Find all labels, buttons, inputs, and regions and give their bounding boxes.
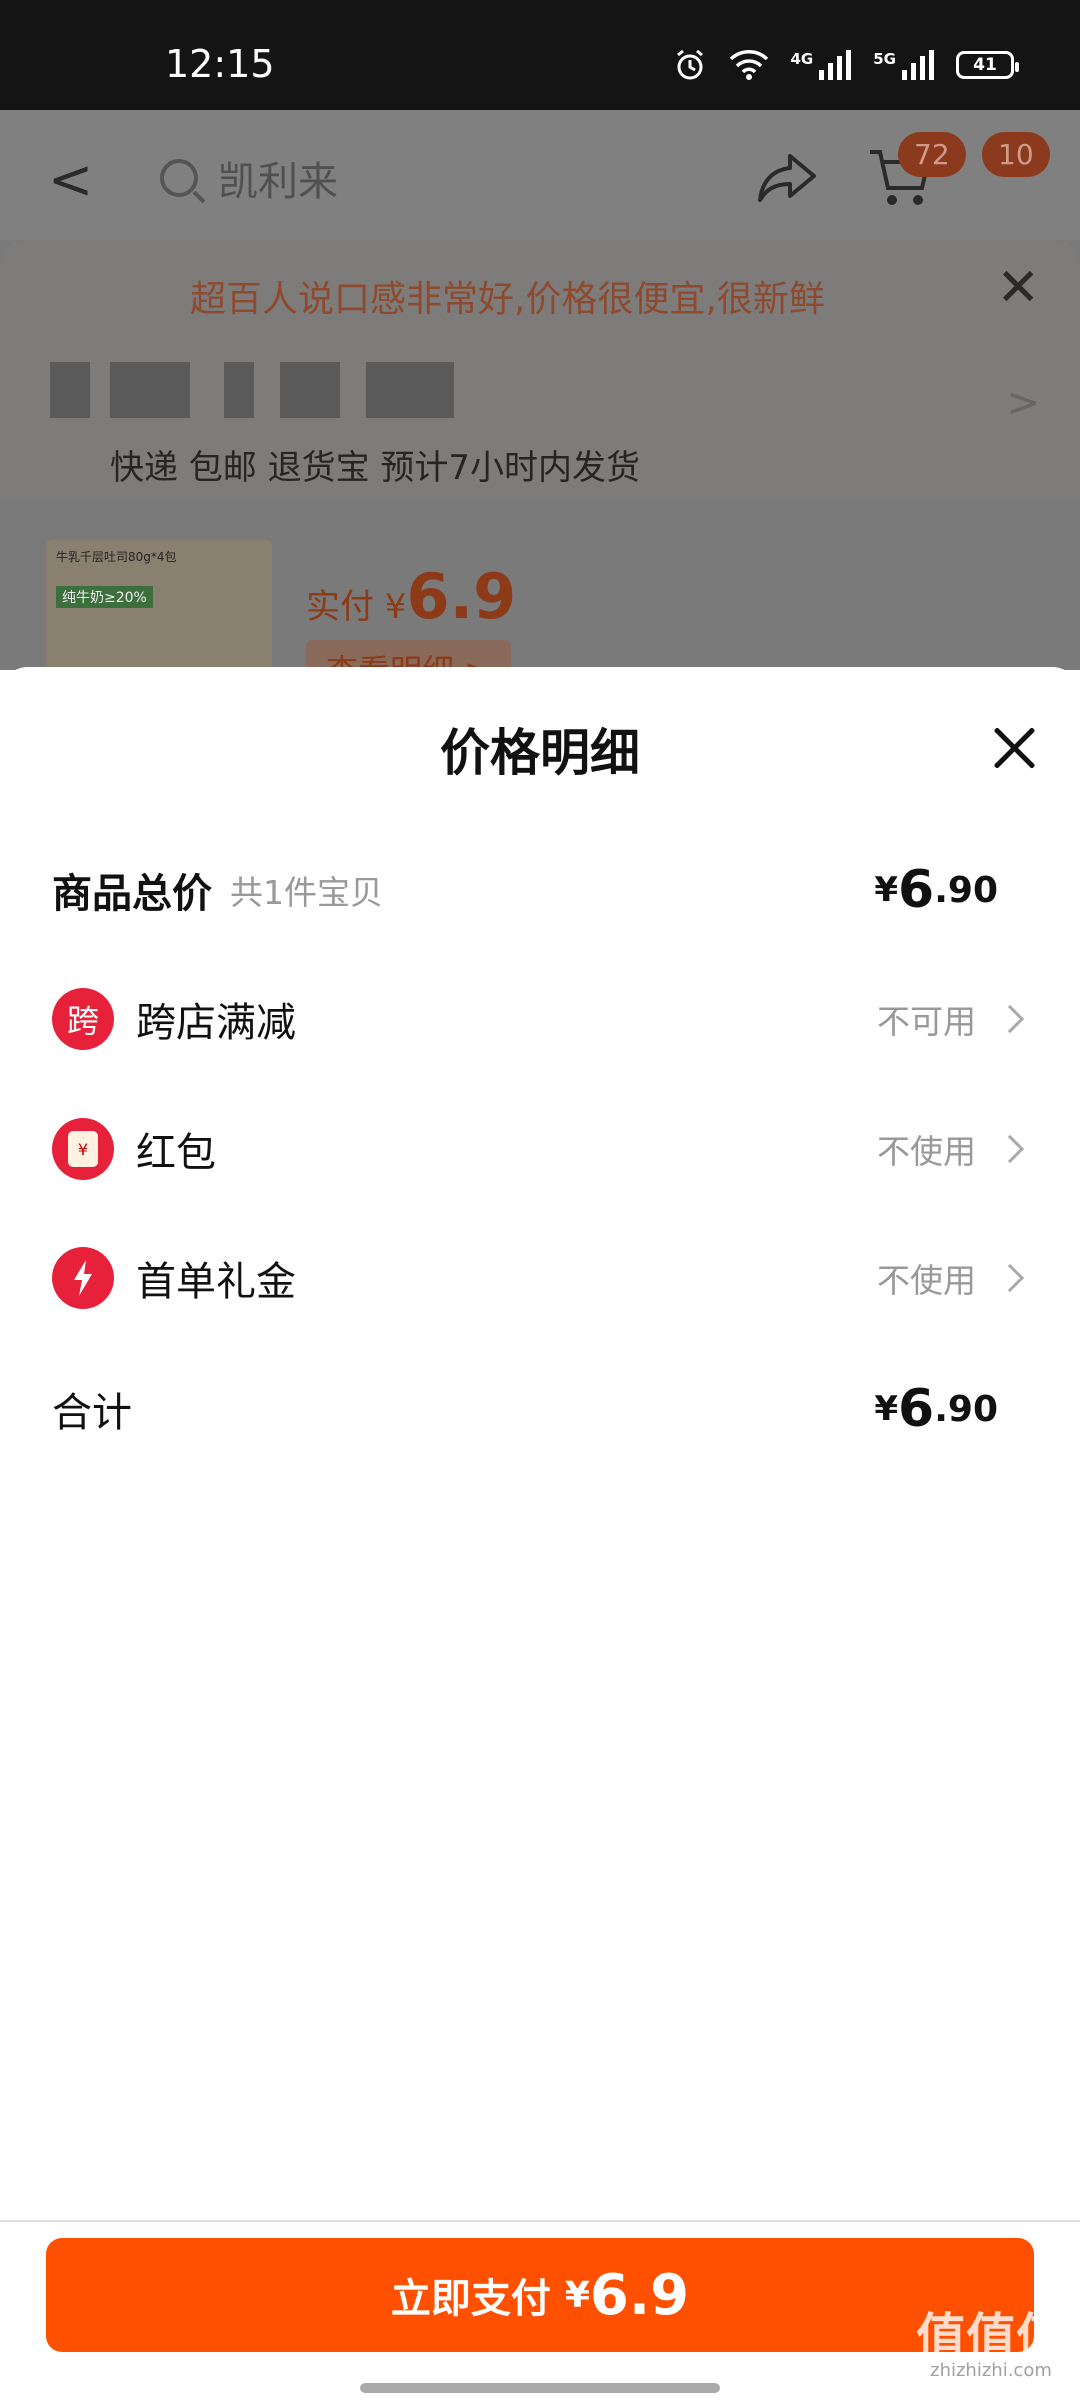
signal-4g-icon: 4G	[791, 50, 852, 80]
background-page-overlay: < 凯利来 72 10 超百人说口感非常好,价格很便宜,很新鲜 ✕ 快递 包邮 …	[0, 110, 1080, 670]
blurred-text	[110, 362, 190, 418]
row-goods-total: 商品总价 共1件宝贝 ¥6.90	[52, 845, 1032, 935]
blurred-text	[366, 362, 454, 418]
home-indicator[interactable]	[360, 2383, 720, 2393]
search-icon	[160, 159, 198, 197]
item-count: 共1件宝贝	[230, 873, 383, 912]
row-label: 商品总价	[52, 871, 212, 917]
background-shop-banner: 超百人说口感非常好,价格很便宜,很新鲜 ✕ 快递 包邮 退货宝 预计7小时内发货…	[0, 240, 1080, 500]
row-label: 合计	[52, 1390, 132, 1436]
message-badge: 10	[982, 132, 1050, 177]
row-right: 不使用	[877, 1125, 1032, 1173]
alarm-icon	[676, 49, 703, 80]
close-icon[interactable]	[990, 723, 1040, 773]
wifi-icon	[729, 50, 768, 80]
price-decimal: .90	[934, 869, 998, 911]
lightning-icon	[52, 1247, 114, 1309]
chevron-right-icon: >	[1006, 380, 1040, 426]
watermark: 值值值 zhizhizhi.com	[916, 2312, 1066, 2380]
row-status: 不使用	[877, 1132, 976, 1171]
total-price: ¥6.90	[874, 1379, 998, 1439]
search-text: 凯利来	[218, 159, 338, 205]
chevron-right-icon	[995, 1263, 1025, 1293]
row-first-order-gift[interactable]: 首单礼金 不使用	[52, 1233, 1032, 1323]
row-label: 红包	[136, 1130, 216, 1176]
product-thumb-tag: 纯牛奶≥20%	[56, 586, 153, 608]
cross-store-icon: 跨	[52, 988, 114, 1050]
cart-badge: 72	[898, 132, 966, 177]
row-right: 不可用	[877, 995, 1032, 1043]
background-search-bar: 凯利来	[160, 140, 720, 216]
actual-pay-value: 6.9	[406, 560, 517, 633]
price-currency: ¥	[874, 1389, 899, 1429]
network-type-label: 4G	[790, 50, 814, 68]
row-label: 跨店满减	[136, 1000, 296, 1046]
row-right: 不使用	[877, 1254, 1032, 1302]
red-packet-glyph: ¥	[68, 1131, 98, 1167]
blurred-text	[50, 362, 90, 418]
background-product-row: 牛乳千层吐司80g*4包 纯牛奶≥20% 实付 ¥6.9 查看明细 >	[0, 500, 1080, 670]
price-currency: ¥	[874, 870, 899, 910]
status-icons: 4G 5G 41	[673, 48, 1019, 82]
signal-5g-icon: 5G	[873, 50, 934, 80]
row-status: 不使用	[877, 1261, 976, 1300]
divider	[0, 2220, 1080, 2222]
chevron-right-icon	[995, 1134, 1025, 1164]
back-icon: <	[48, 148, 94, 211]
actual-pay: 实付 ¥6.9	[306, 560, 516, 633]
sheet-title: 价格明细	[440, 724, 640, 782]
status-time: 12:15	[165, 42, 275, 86]
view-detail-link: 查看明细 >	[306, 640, 511, 670]
pay-button-label: 立即支付	[390, 2276, 551, 2322]
row-total: 合计 ¥6.90	[52, 1364, 1032, 1454]
background-header: < 凯利来 72 10	[0, 110, 1080, 240]
battery-icon: 41	[956, 51, 1019, 79]
pay-button-value: 6.9	[589, 2262, 690, 2328]
blurred-text	[280, 362, 340, 418]
battery-level: 41	[973, 55, 997, 75]
watermark-url: zhizhizhi.com	[930, 2360, 1052, 2381]
pay-button-currency: ¥	[564, 2274, 590, 2316]
review-tip: 超百人说口感非常好,价格很便宜,很新鲜	[190, 279, 825, 320]
row-red-packet[interactable]: ¥ 红包 不使用	[52, 1104, 1032, 1194]
status-bar: 12:15 4G 5G 41	[0, 0, 1080, 110]
network-type-label: 5G	[873, 50, 896, 68]
actual-pay-label: 实付 ¥	[306, 587, 407, 627]
product-thumb-title: 牛乳千层吐司80g*4包	[56, 550, 177, 564]
share-icon	[758, 154, 816, 202]
chevron-right-icon	[995, 1004, 1025, 1034]
blurred-text	[224, 362, 254, 418]
watermark-glyphs: 值值值	[916, 2308, 1066, 2366]
price-detail-sheet: 价格明细 商品总价 共1件宝贝 ¥6.90 跨 跨店满减 不可用 ¥ 红包 不使…	[0, 667, 1080, 2400]
shipping-info: 快递 包邮 退货宝 预计7小时内发货	[110, 448, 641, 488]
row-status: 不可用	[877, 1002, 976, 1041]
close-icon: ✕	[996, 258, 1040, 318]
price-integer: 6	[898, 1379, 935, 1439]
price-integer: 6	[898, 860, 935, 920]
goods-total-price: ¥6.90	[874, 860, 998, 920]
pay-now-button[interactable]: 立即支付 ¥ 6.9	[46, 2238, 1034, 2352]
product-thumbnail: 牛乳千层吐司80g*4包 纯牛奶≥20%	[46, 540, 272, 670]
row-label: 首单礼金	[136, 1259, 296, 1305]
red-packet-icon: ¥	[52, 1118, 114, 1180]
row-cross-store-discount[interactable]: 跨 跨店满减 不可用	[52, 974, 1032, 1064]
price-decimal: .90	[934, 1388, 998, 1430]
